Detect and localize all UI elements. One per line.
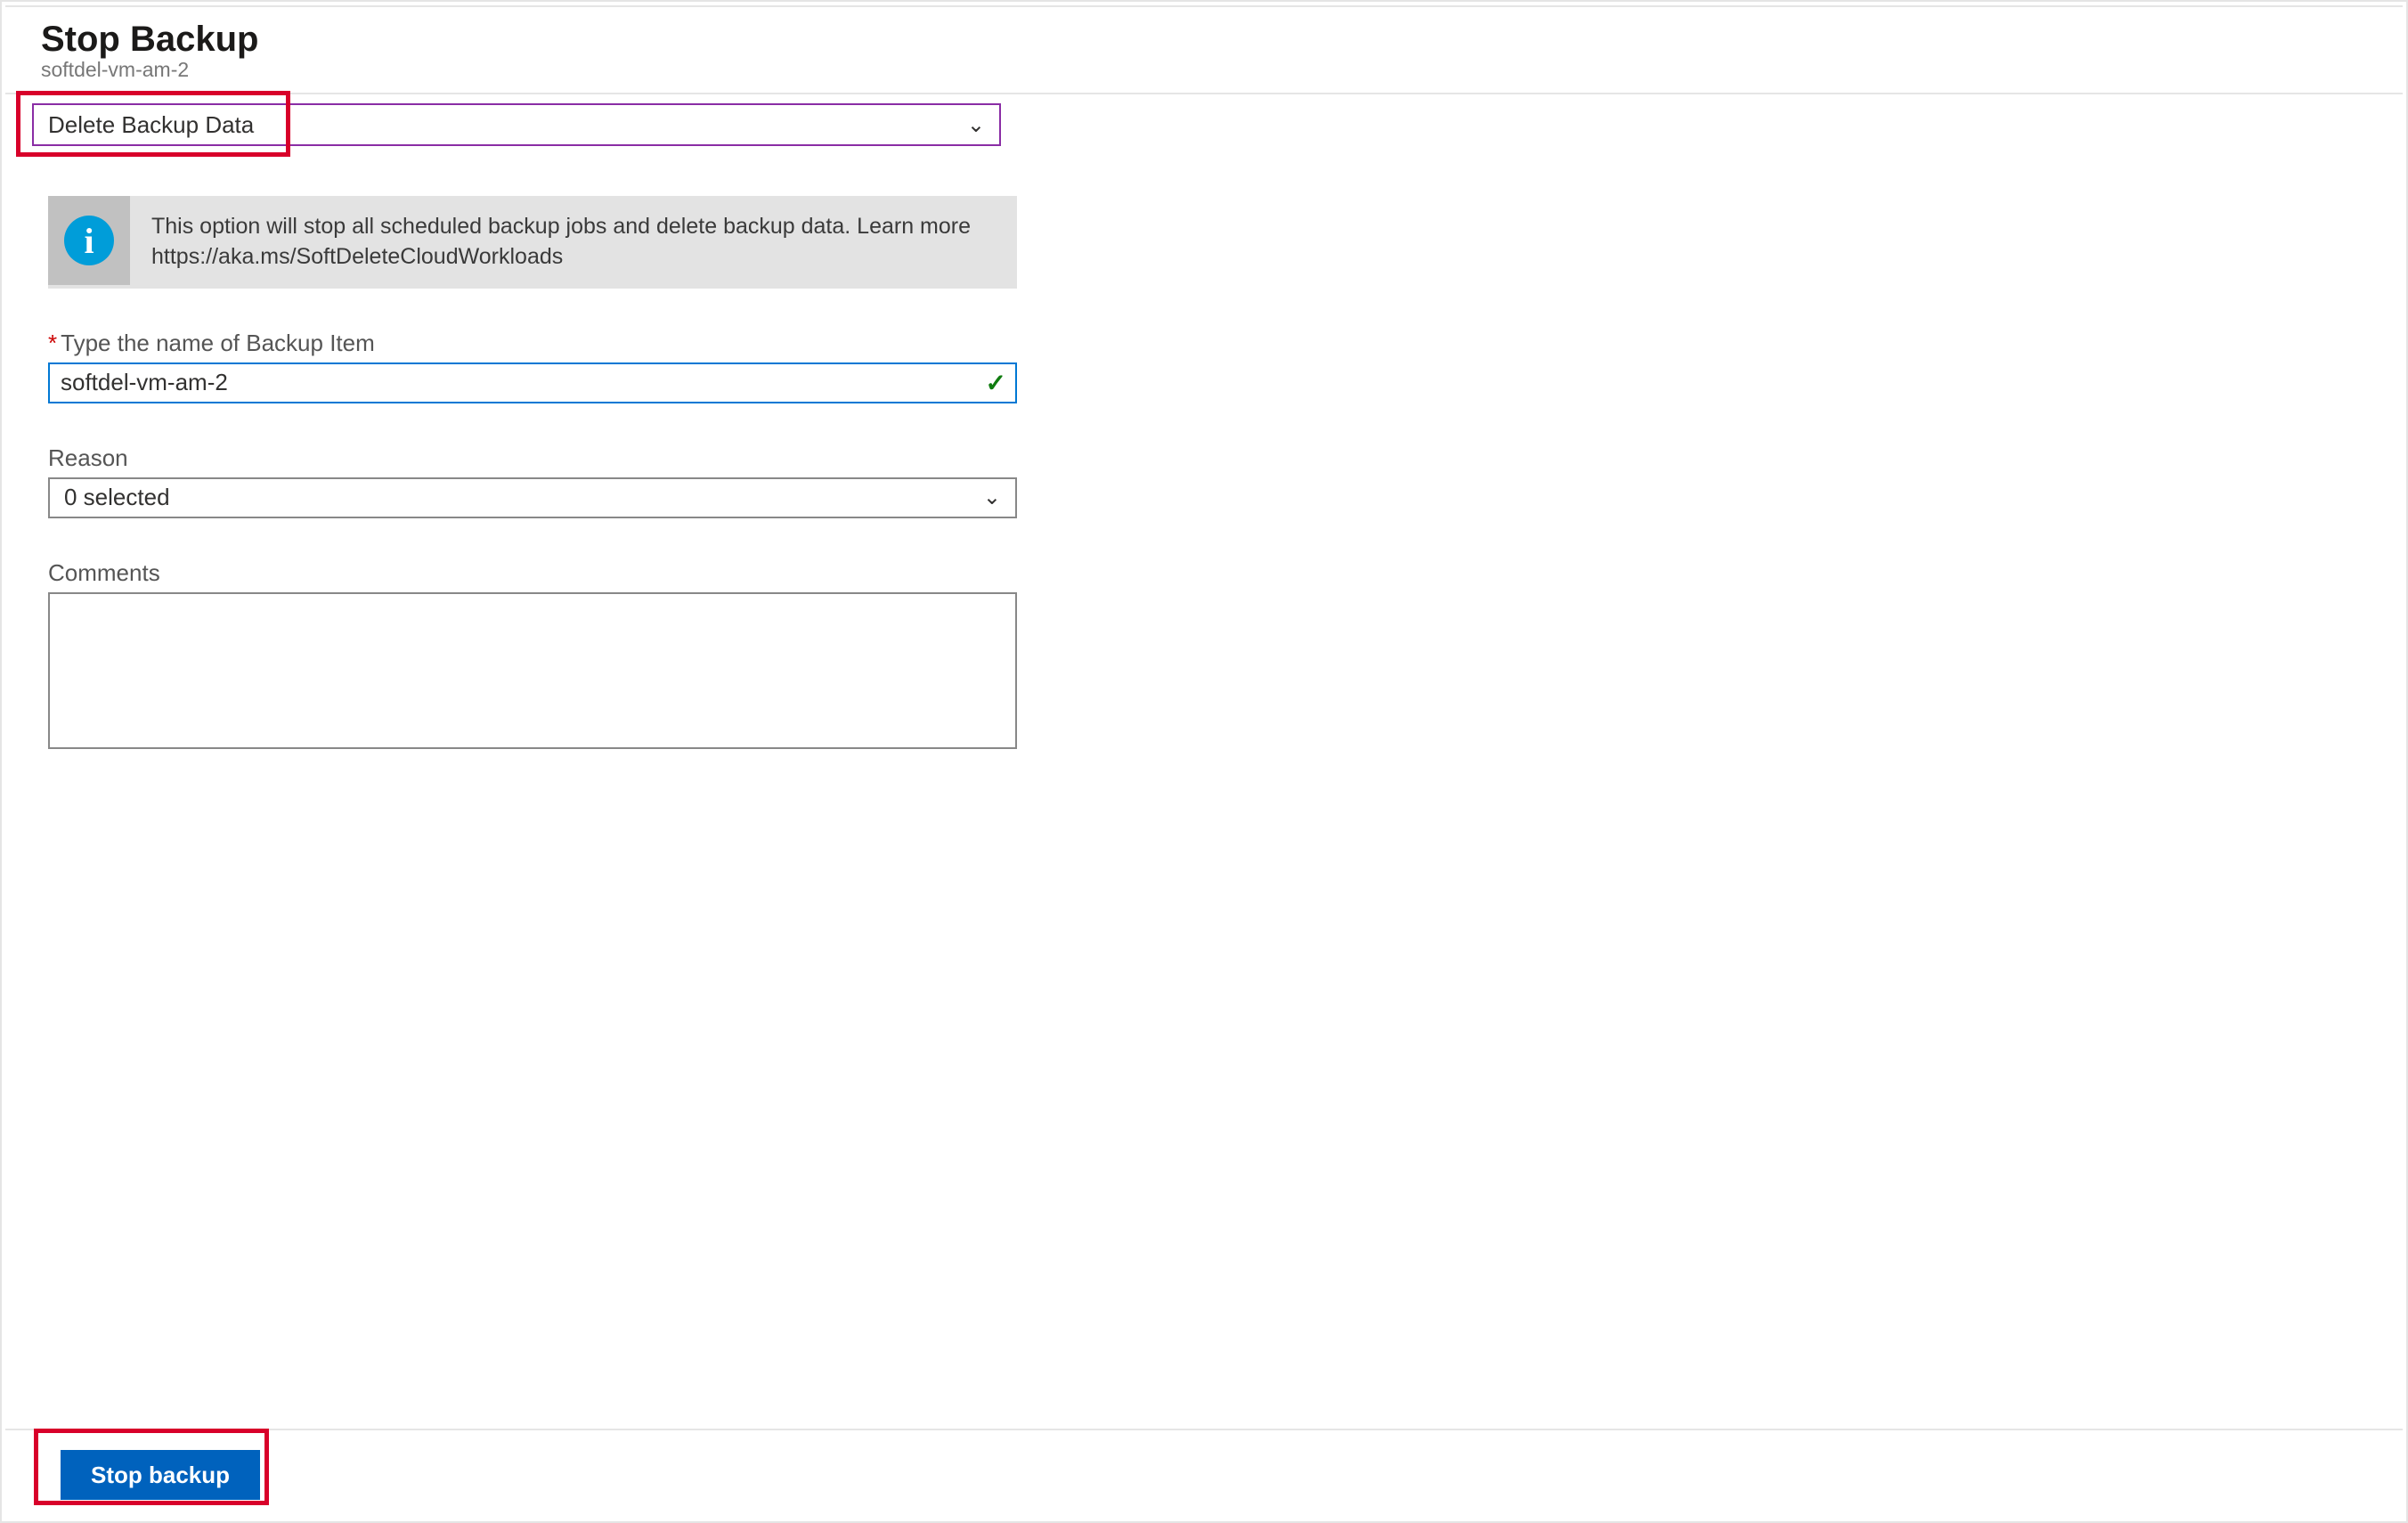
backup-action-selected-label: Delete Backup Data [48,111,254,139]
validation-check-icon: ✓ [986,368,1006,397]
required-asterisk: * [48,330,57,356]
info-line1: This option will stop all scheduled back… [151,214,971,239]
chevron-down-icon: ⌄ [967,112,985,138]
reason-dropdown[interactable]: 0 selected ⌄ [48,477,1017,518]
info-icon: i [64,216,114,265]
chevron-down-icon: ⌄ [983,485,1001,510]
stop-backup-button[interactable]: Stop backup [61,1450,260,1500]
page-subtitle: softdel-vm-am-2 [41,58,2367,82]
reason-selected-label: 0 selected [64,484,170,511]
info-icon-cell: i [48,196,130,285]
name-field-label: *Type the name of Backup Item [48,330,1017,357]
info-banner-text: This option will stop all scheduled back… [130,196,1017,289]
comments-field-label: Comments [48,559,1017,587]
page-title: Stop Backup [41,20,2367,60]
backup-action-dropdown[interactable]: Delete Backup Data ⌄ [32,103,1001,146]
blade-footer: Stop backup [5,1429,2403,1518]
info-banner: i This option will stop all scheduled ba… [48,196,1017,289]
blade-header: Stop Backup softdel-vm-am-2 [5,7,2403,94]
comments-textarea[interactable] [48,592,1017,749]
reason-field-label: Reason [48,444,1017,472]
backup-item-name-input[interactable] [48,362,1017,403]
info-line2: https://aka.ms/SoftDeleteCloudWorkloads [151,244,563,269]
